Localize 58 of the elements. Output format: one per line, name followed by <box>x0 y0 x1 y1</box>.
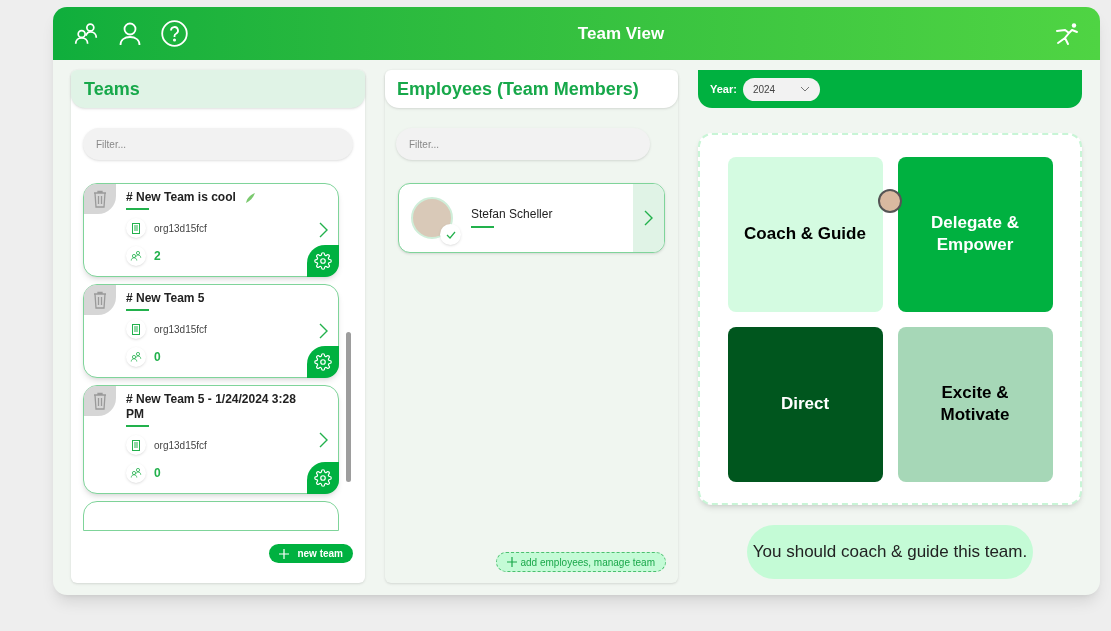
team-card[interactable]: # New Team is cool org13d15fcf 2 <box>83 183 339 277</box>
building-icon <box>126 435 146 455</box>
settings-button[interactable] <box>307 346 339 378</box>
building-icon <box>126 319 146 339</box>
quadrant-tile[interactable]: Direct <box>727 326 883 482</box>
scrollbar[interactable] <box>346 332 351 482</box>
panel-title: Teams <box>84 77 140 101</box>
teams-nav-icon[interactable] <box>73 20 99 47</box>
settings-icon <box>314 469 332 487</box>
quadrant-tile[interactable]: Coach & Guide <box>727 156 883 312</box>
org-id: org13d15fcf <box>154 221 207 236</box>
chevron-right-icon <box>644 210 653 226</box>
team-name: # New Team 5 <box>126 291 205 306</box>
member-count: 2 <box>154 248 161 265</box>
advice-text: You should coach & guide this team. <box>746 525 1034 579</box>
org-id: org13d15fcf <box>154 438 207 453</box>
year-label: Year: <box>710 81 737 97</box>
quadrant-tile[interactable]: Excite & Motivate <box>897 326 1053 482</box>
delete-button[interactable] <box>84 285 116 315</box>
settings-icon <box>314 353 332 371</box>
chevron-down-icon <box>799 86 810 92</box>
member-count: 0 <box>154 465 161 482</box>
employee-card[interactable]: Stefan Scheller <box>398 183 665 253</box>
plus-icon <box>507 557 518 567</box>
open-button[interactable] <box>633 184 664 252</box>
window-title: Team View <box>576 22 666 45</box>
filter-field[interactable]: Filter... <box>83 128 353 160</box>
building-icon <box>126 218 146 238</box>
year-dropdown[interactable]: 2024 <box>742 77 820 101</box>
trash-icon <box>93 291 107 309</box>
team-card[interactable]: # New Team 5 - 1/24/2024 3:28 PM org13d15fcf 0 <box>83 385 339 494</box>
delete-button[interactable] <box>84 386 116 416</box>
members-icon <box>126 347 146 367</box>
settings-button[interactable] <box>307 462 339 494</box>
help-icon[interactable] <box>161 20 188 47</box>
chevron-right-icon[interactable] <box>319 323 328 339</box>
org-id: org13d15fcf <box>154 322 207 337</box>
panel-title: Employees (Team Members) <box>397 77 639 101</box>
team-card[interactable]: # New Team 5 org13d15fcf 0 <box>83 284 339 378</box>
members-icon <box>126 463 146 483</box>
user-nav-icon[interactable] <box>119 21 141 46</box>
trash-icon <box>93 190 107 208</box>
chevron-right-icon[interactable] <box>319 431 328 448</box>
member-count: 0 <box>154 349 161 366</box>
members-icon <box>126 246 146 266</box>
settings-icon <box>314 252 332 270</box>
avatar-placeholder <box>411 197 453 239</box>
team-name: # New Team is cool <box>126 190 236 205</box>
filter-field[interactable]: Filter... <box>396 128 650 160</box>
plus-icon <box>279 548 290 559</box>
team-card[interactable] <box>83 501 339 531</box>
runner-icon <box>1054 21 1080 46</box>
chevron-right-icon[interactable] <box>319 222 328 238</box>
employee-name: Stefan Scheller <box>471 206 554 223</box>
team-name: # New Team 5 - 1/24/2024 3:28 PM <box>126 392 297 422</box>
delete-button[interactable] <box>84 184 116 214</box>
settings-button[interactable] <box>307 245 339 277</box>
trash-icon <box>93 392 107 410</box>
